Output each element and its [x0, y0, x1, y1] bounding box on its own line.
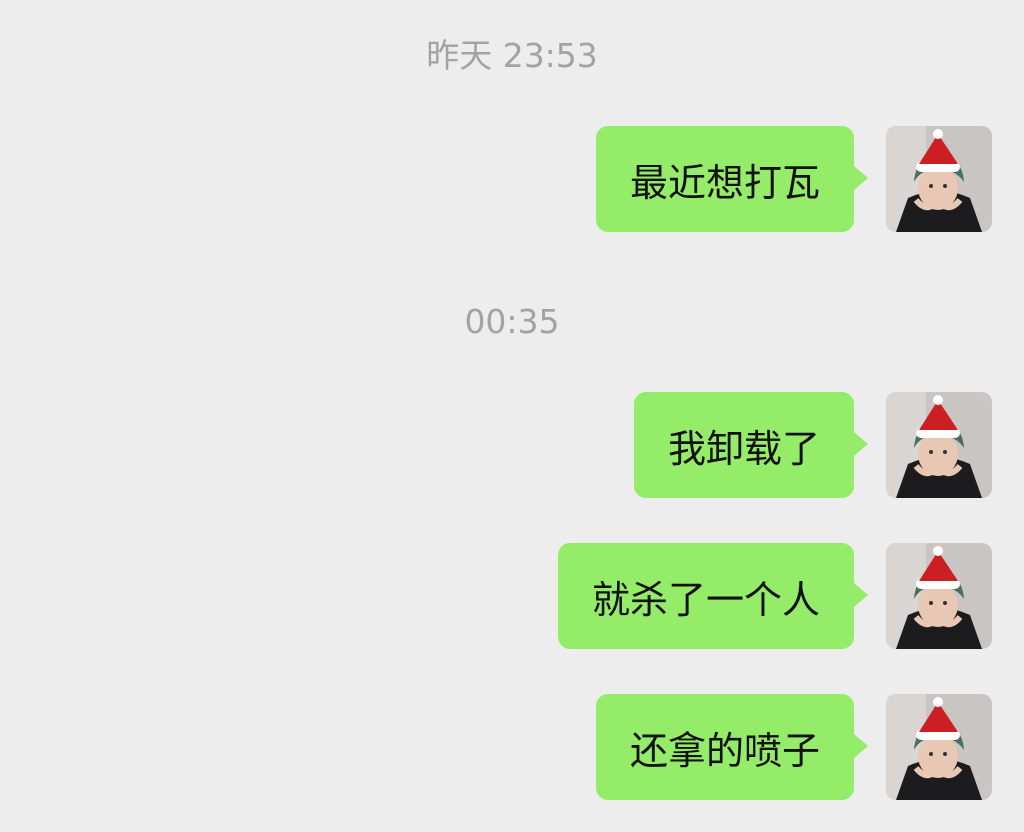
message-row-2: 我卸载了: [633, 392, 992, 498]
timestamp-today: 00:35: [464, 302, 560, 341]
avatar-icon[interactable]: [886, 392, 992, 498]
message-bubble[interactable]: 我卸载了: [633, 392, 869, 498]
avatar-icon[interactable]: [886, 694, 992, 800]
message-bubble[interactable]: 还拿的喷子: [595, 694, 869, 800]
timestamp-yesterday: 昨天 23:53: [426, 36, 598, 75]
message-bubble[interactable]: 就杀了一个人: [557, 543, 869, 649]
message-bubble[interactable]: 最近想打瓦: [595, 126, 869, 232]
message-row-4: 还拿的喷子: [595, 694, 992, 800]
avatar-icon[interactable]: [886, 126, 992, 232]
message-row-1: 最近想打瓦: [595, 126, 992, 232]
message-row-3: 就杀了一个人: [557, 543, 992, 649]
avatar-icon[interactable]: [886, 543, 992, 649]
